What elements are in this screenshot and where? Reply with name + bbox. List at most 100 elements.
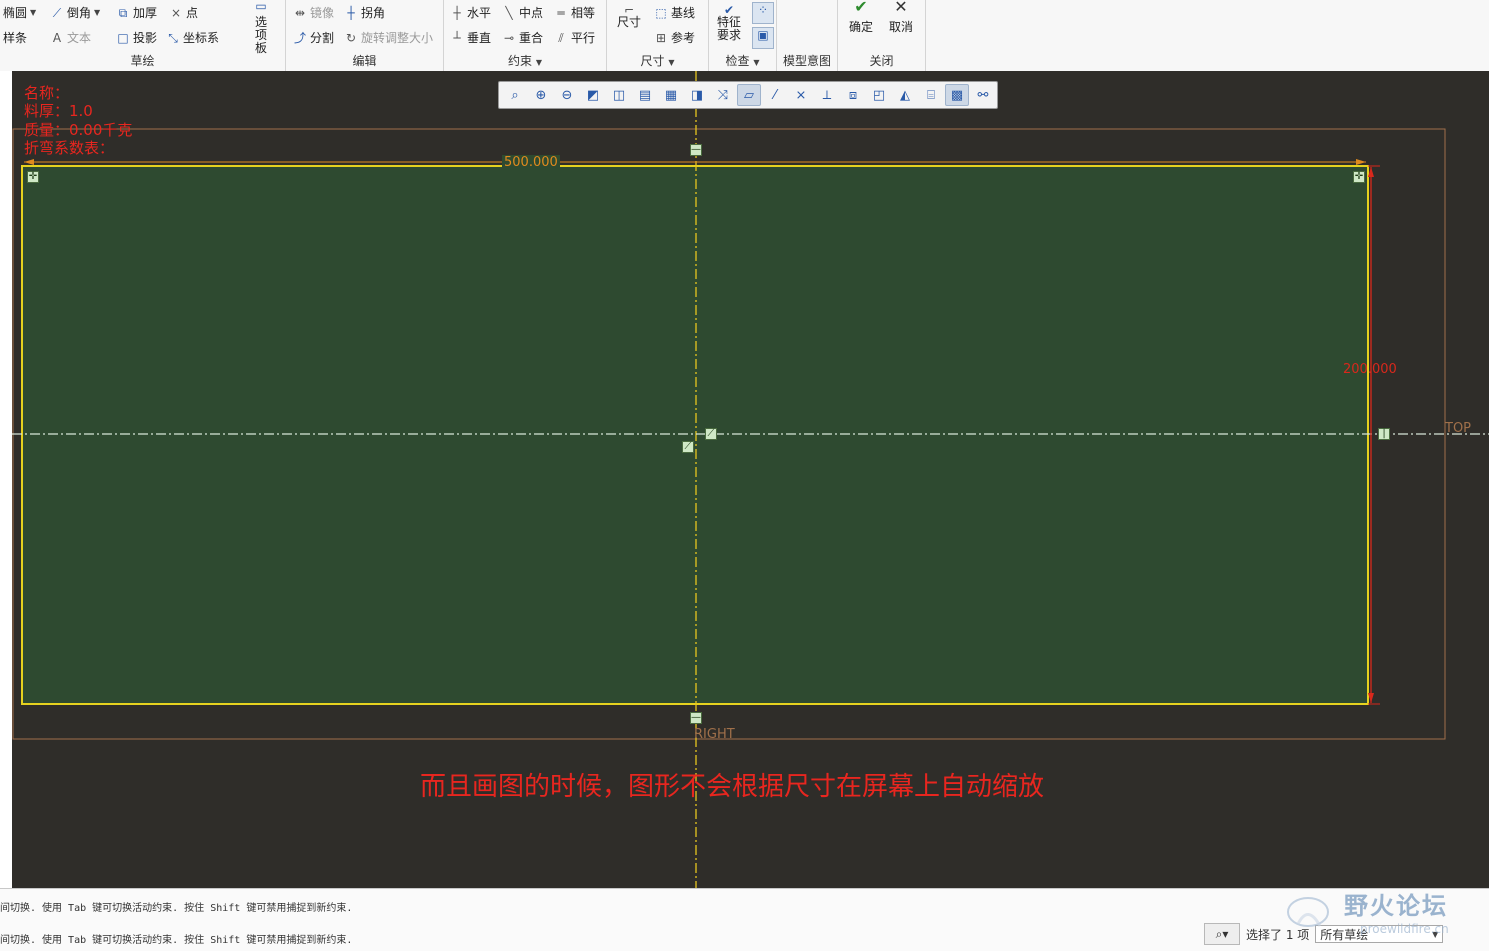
vertical-icon: ┴ (453, 30, 461, 45)
constraint-handle[interactable]: ⟋ (682, 441, 694, 453)
palette-button[interactable]: ▭ 选项板 (244, 0, 278, 55)
vertical-button[interactable]: ┴ 垂直 (450, 29, 491, 46)
chamfer-button[interactable]: ⟋ 倒角 ▼ (50, 4, 100, 21)
coordinate-system-icon: ⤡ (168, 30, 178, 45)
spline-button[interactable]: 样条 (3, 29, 27, 46)
status-bar: 间切换. 使用 Tab 键可切换活动约束. 按住 Shift 键可禁用捕捉到新约… (0, 888, 1489, 951)
constraint-handle[interactable]: — (690, 712, 702, 724)
divide-label: 分割 (310, 31, 335, 45)
display-style-icon[interactable]: ◫ (607, 84, 631, 106)
highlight-open-ends-icon[interactable]: ⁘ (752, 2, 774, 24)
point-button[interactable]: × 点 (169, 4, 198, 21)
plane-display-icon[interactable]: ◰ (867, 84, 891, 106)
group-edit: ⇹ 镜像 ┼ 拐角 ⤴ 分割 ↻ 旋转调整大小 编辑 (286, 0, 444, 71)
reference-button[interactable]: ⊞ 参考 (654, 29, 695, 46)
zoom-out-icon[interactable]: ⊖ (555, 84, 579, 106)
width-dim-arrow-right (1356, 159, 1366, 165)
find-icon[interactable]: ⌕▾ (1204, 923, 1240, 945)
thicken-icon: ⧉ (118, 5, 128, 20)
watermark-logo (1287, 897, 1329, 927)
constraint-handle[interactable]: ⟋ (705, 428, 717, 440)
project-button[interactable]: □ 投影 (116, 29, 157, 46)
midpoint-button[interactable]: ╲ 中点 (502, 4, 543, 21)
annotation-text: 而且画图的时候，图形不会根据尺寸在屏幕上自动缩放 (420, 772, 1045, 802)
chamfer-icon: ⟋ (52, 5, 62, 20)
feature-requirements-label: 特征要求 (716, 15, 741, 42)
parallel-icon: ⫽ (558, 30, 564, 45)
coordsys-button[interactable]: ⤡ 坐标系 (166, 29, 219, 46)
group-constrain: ┼ 水平 ╲ 中点 ═ 相等 ┴ 垂直 ⊸ 重合 ⫽ 平行 约束 ▼ (444, 0, 607, 71)
reference-icon: ⊞ (655, 30, 667, 45)
constraint-display-icon[interactable]: ⨯ (789, 84, 813, 106)
thicken-button[interactable]: ⧉ 加厚 (116, 4, 157, 21)
sheet-thickness: 料厚：1.0 (24, 102, 93, 120)
sketch-rectangle (21, 165, 1369, 705)
ribbon: 椭圆 ▼ ⟋ 倒角 ▼ ⧉ 加厚 × 点 样条 A 文本 □ 投影 ⤡ 坐标系 ▭ 选项板 草绘 (0, 0, 1489, 72)
rotate-resize-label: 旋转调整大小 (361, 31, 434, 45)
rotate-resize-button[interactable]: ↻ 旋转调整大小 (344, 29, 433, 46)
chevron-down-icon[interactable]: ▼ (94, 8, 100, 17)
constraint-handle[interactable]: ✛ (27, 171, 39, 183)
horizontal-button[interactable]: ┼ 水平 (450, 4, 491, 21)
equal-label: 相等 (571, 6, 596, 20)
coincident-label: 重合 (519, 31, 544, 45)
point-label: 点 (186, 6, 199, 20)
corner-button[interactable]: ┼ 拐角 (344, 4, 385, 21)
plane-label-right: RIGHT (694, 727, 735, 742)
thicken-label: 加厚 (133, 6, 158, 20)
feature-requirements-button[interactable]: ✔ 特征要求 (713, 4, 745, 42)
vertex-display-icon[interactable]: ⧈ (841, 84, 865, 106)
perspective-icon[interactable]: ◨ (685, 84, 709, 106)
zoom-in-icon[interactable]: ⊕ (529, 84, 553, 106)
baseline-label: 基线 (671, 6, 696, 20)
dimension-display-icon[interactable]: ⁄ (763, 84, 787, 106)
group-label-close: 关闭 (869, 54, 894, 68)
cancel-button[interactable]: ✕ 取消 (884, 0, 918, 34)
constraint-handle[interactable]: ✛ (1353, 171, 1365, 183)
graphics-canvas[interactable]: ⌕ ⊕ ⊖ ◩ ◫ ▤ ▦ ◨ ⤨ ▱ ⁄ ⨯ ⟂ ⧈ ◰ ◭ ⌸ ▩ ⚯ 名称… (12, 71, 1489, 888)
inspect-label: 检查 (725, 54, 750, 68)
point-display-icon[interactable]: ⌸ (919, 84, 943, 106)
sketch-view-icon[interactable]: ⤨ (711, 84, 735, 106)
axis-display-icon[interactable]: ◭ (893, 84, 917, 106)
dimension-label: 尺寸 (616, 15, 641, 29)
refit-icon[interactable]: ⌕ (503, 84, 527, 106)
view-manager-icon[interactable]: ▦ (659, 84, 683, 106)
parallel-button[interactable]: ⫽ 平行 (554, 29, 595, 46)
rotate-icon: ↻ (345, 30, 357, 45)
constraint-handle[interactable]: — (690, 144, 702, 156)
repaint-icon[interactable]: ◩ (581, 84, 605, 106)
csys-display-icon[interactable]: ▩ (945, 84, 969, 106)
sketch-orientation-icon[interactable]: ▱ (737, 84, 761, 106)
chevron-down-icon[interactable]: ▼ (30, 8, 36, 17)
project-label: 投影 (133, 31, 158, 45)
coincident-button[interactable]: ⊸ 重合 (502, 29, 543, 46)
text-button[interactable]: A 文本 (50, 29, 91, 46)
shade-closed-loops-icon[interactable]: ▣ (752, 27, 774, 49)
mirror-button[interactable]: ⇹ 镜像 (293, 4, 334, 21)
ok-button[interactable]: ✔ 确定 (844, 0, 878, 34)
equal-button[interactable]: ═ 相等 (554, 4, 595, 21)
coincident-icon: ⊸ (503, 30, 515, 45)
horizontal-label: 水平 (467, 6, 492, 20)
corner-label: 拐角 (361, 6, 386, 20)
ellipse-button[interactable]: 椭圆 ▼ (3, 4, 36, 21)
height-dimension-value[interactable]: 200.000 (1343, 362, 1397, 377)
divide-button[interactable]: ⤴ 分割 (293, 29, 334, 46)
dimension-button[interactable]: ⌐ 尺寸 (613, 4, 645, 29)
baseline-button[interactable]: ⬚ 基线 (654, 4, 695, 21)
group-label-sketch: 草绘 (130, 54, 155, 68)
midpoint-label: 中点 (519, 6, 544, 20)
width-dimension-value[interactable]: 500.000 (502, 155, 560, 170)
chevron-down-icon: ▼ (753, 58, 760, 67)
group-label-constrain[interactable]: 约束 ▼ (444, 52, 606, 69)
bend-table: 折弯系数表： (24, 139, 115, 157)
constraint-handle[interactable]: | (1378, 428, 1390, 440)
group-label-inspect[interactable]: 检查 ▼ (709, 52, 776, 69)
chamfer-label: 倒角 (67, 6, 92, 20)
group-label-dimension[interactable]: 尺寸 ▼ (607, 52, 708, 69)
divide-icon: ⤴ (293, 30, 306, 45)
grid-display-icon[interactable]: ⟂ (815, 84, 839, 106)
annotation-display-icon[interactable]: ⚯ (971, 84, 995, 106)
saved-views-icon[interactable]: ▤ (633, 84, 657, 106)
